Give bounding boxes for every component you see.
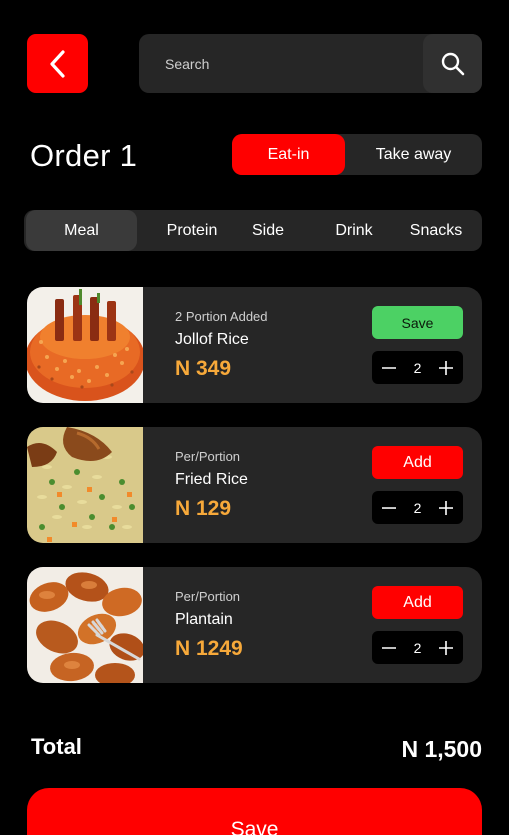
quantity-value: 2 [413,359,422,376]
portion-label: Per/Portion [175,589,241,604]
search-input[interactable] [165,34,415,93]
plus-icon [438,360,453,375]
tab-drink[interactable]: Drink [326,210,382,251]
decrement-button[interactable] [380,639,398,657]
save-item-button[interactable]: Save [372,306,463,339]
quantity-stepper: 2 [372,351,463,384]
minus-icon [382,646,396,649]
quantity-stepper: 2 [372,491,463,524]
portion-label: Per/Portion [175,449,241,464]
food-card: 2 Portion Added Jollof Rice N 349 Save 2 [27,287,482,403]
tab-side[interactable]: Side [244,210,292,251]
add-item-button[interactable]: Add [372,586,463,619]
back-button[interactable] [27,34,88,93]
decrement-button[interactable] [380,499,398,517]
take-away-option[interactable]: Take away [345,134,482,175]
quantity-stepper: 2 [372,631,463,664]
food-card: Per/Portion Fried Rice N 129 Add 2 [27,427,482,543]
search-button[interactable] [423,34,482,93]
portion-label: 2 Portion Added [175,309,268,324]
quantity-value: 2 [413,639,422,656]
minus-icon [382,366,396,369]
food-price: N 1249 [175,637,243,660]
plantain-image [27,567,143,683]
search-icon [441,52,464,75]
total-value: N 1,500 [401,736,482,762]
fried-rice-image [27,427,143,543]
plus-icon [438,640,453,655]
food-card: Per/Portion Plantain N 1249 Add 2 [27,567,482,683]
increment-button[interactable] [437,359,455,377]
search-bar [139,34,482,93]
chevron-left-icon [49,49,65,78]
food-name: Fried Rice [175,471,248,488]
dine-mode-toggle: Eat-in Take away [232,134,482,175]
increment-button[interactable] [437,499,455,517]
quantity-value: 2 [413,499,422,516]
tab-protein[interactable]: Protein [158,210,226,251]
decrement-button[interactable] [380,359,398,377]
tab-snacks[interactable]: Snacks [402,210,470,251]
save-order-button[interactable]: Save [27,788,482,835]
food-price: N 349 [175,357,232,380]
category-tabs: Meal Protein Side Drink Snacks [24,210,482,251]
increment-button[interactable] [437,639,455,657]
food-name: Plantain [175,611,233,628]
add-item-button[interactable]: Add [372,446,463,479]
tab-meal[interactable]: Meal [26,210,137,251]
total-label: Total [31,734,82,759]
page-title: Order 1 [30,138,138,173]
plus-icon [438,500,453,515]
eat-in-option[interactable]: Eat-in [232,134,345,175]
food-name: Jollof Rice [175,331,249,348]
jollof-rice-image [27,287,143,403]
minus-icon [382,506,396,509]
food-price: N 129 [175,497,232,520]
